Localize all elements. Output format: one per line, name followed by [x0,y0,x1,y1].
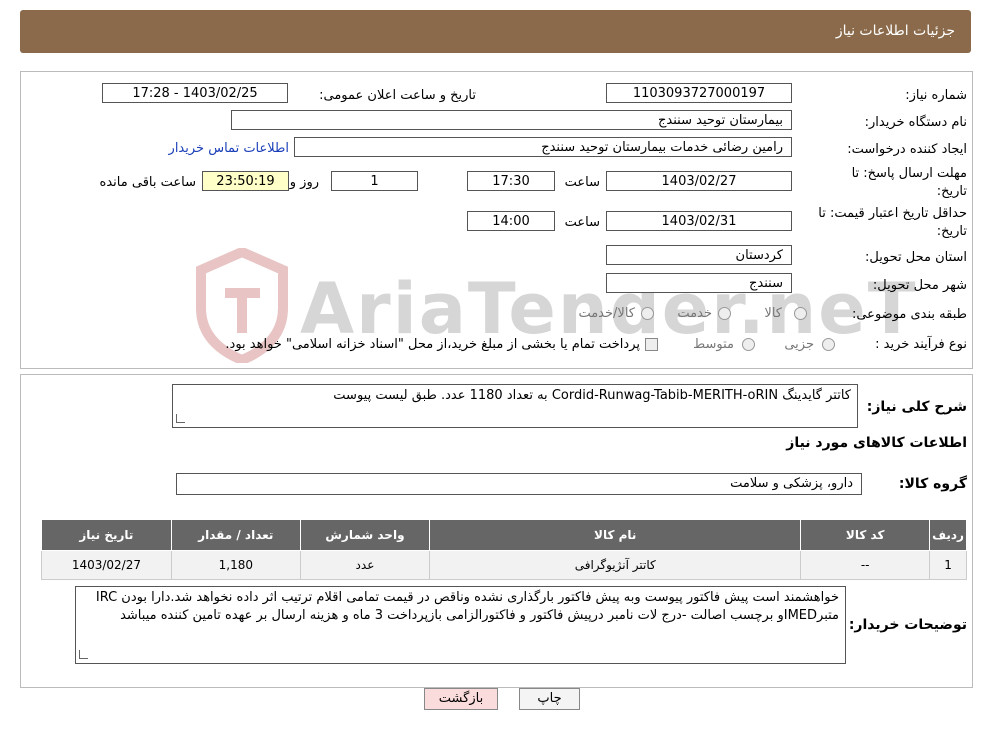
process-minor-label: جزیی [784,337,814,352]
days-label: روز و [289,175,319,190]
remaining-time-field: 23:50:19 [202,171,289,191]
price-validity-time-label: ساعت [564,215,600,230]
announce-label: تاریخ و ساعت اعلان عمومی: [319,88,476,103]
col-need-date: تاریخ نیاز [41,519,172,551]
process-medium-label: متوسط [693,337,734,352]
need-number-label: شماره نیاز: [905,88,967,103]
buyer-contact-link[interactable]: اطلاعات تماس خریدار [169,141,289,156]
reply-deadline-label-date: تاریخ: [936,184,967,199]
payment-note: پرداخت تمام یا بخشی از مبلغ خرید،از محل … [225,337,640,352]
category-goods-service-label: کالا/خدمت [578,306,635,321]
cell-row-number: 1 [929,550,967,580]
goods-group-label: گروه کالا: [898,476,967,492]
remaining-time-label: ساعت باقی مانده [99,175,196,190]
price-validity-label-date: تاریخ: [936,224,967,239]
buyer-org-field[interactable]: بیمارستان توحید سنندج [231,110,792,130]
page-title: جزئیات اطلاعات نیاز [835,23,955,39]
price-validity-time-field[interactable]: 14:00 [467,211,555,231]
creator-label: ایجاد کننده درخواست: [847,142,967,157]
category-goods-service-radio[interactable] [641,307,654,320]
buyer-notes-field[interactable]: خواهشمند است پیش فاکتور پیوست وبه پیش فا… [75,586,846,664]
col-quantity: تعداد / مقدار [170,519,301,551]
reply-time-label: ساعت [564,175,600,190]
price-validity-date-field[interactable]: 1403/02/31 [606,211,792,231]
description-text: کاتتر گایدینگ Cordid-Runwag-Tabib-MERITH… [333,388,851,403]
col-unit: واحد شمارش [299,519,431,551]
goods-group-field[interactable]: دارو، پزشکی و سلامت [176,473,862,495]
province-label: استان محل تحویل: [865,250,967,265]
city-label: شهر محل تحویل: [872,278,967,293]
reply-deadline-label: مهلت ارسال پاسخ: تا [851,166,967,181]
goods-info-title: اطلاعات کالاهای مورد نیاز [786,435,967,451]
resize-handle-icon[interactable] [79,650,88,659]
goods-table: ردیف کد کالا نام کالا واحد شمارش تعداد /… [41,519,967,580]
province-field[interactable]: کردستان [606,245,792,265]
cell-quantity: 1,180 [170,550,301,580]
print-button[interactable]: چاپ [519,688,580,710]
description-field[interactable]: کاتتر گایدینگ Cordid-Runwag-Tabib-MERITH… [172,384,858,428]
creator-field[interactable]: رامین رضائی خدمات بیمارستان توحید سنندج [294,137,792,157]
need-number-field[interactable]: 1103093727000197 [606,83,792,103]
description-label: شرح کلی نیاز: [866,399,967,415]
category-service-label: خدمت [677,306,712,321]
col-row-number: ردیف [929,519,967,551]
announce-datetime-field[interactable]: 1403/02/25 - 17:28 [102,83,288,103]
treasury-checkbox[interactable] [645,338,658,351]
reply-time-field[interactable]: 17:30 [467,171,555,191]
resize-handle-icon[interactable] [176,414,185,423]
cell-need-date: 1403/02/27 [41,550,172,580]
back-button[interactable]: بازگشت [424,688,498,710]
price-validity-label: حداقل تاریخ اعتبار قیمت: تا [818,206,967,221]
process-label: نوع فرآیند خرید : [875,337,967,352]
cell-goods-code: -- [800,550,931,580]
page-header: جزئیات اطلاعات نیاز [20,10,971,53]
col-goods-name: نام کالا [429,519,802,551]
category-goods-radio[interactable] [794,307,807,320]
category-label: طبقه بندی موضوعی: [851,307,967,322]
process-medium-radio[interactable] [742,338,755,351]
col-goods-code: کد کالا [800,519,931,551]
process-minor-radio[interactable] [822,338,835,351]
category-service-radio[interactable] [718,307,731,320]
city-field[interactable]: سنندج [606,273,792,293]
category-goods-label: کالا [764,306,782,321]
reply-date-field[interactable]: 1403/02/27 [606,171,792,191]
cell-unit: عدد [299,550,431,580]
table-row[interactable]: 1 -- کاتتر آنژیوگرافی عدد 1,180 1403/02/… [41,550,967,580]
days-field[interactable]: 1 [331,171,418,191]
goods-table-header-row: ردیف کد کالا نام کالا واحد شمارش تعداد /… [41,519,967,551]
cell-goods-name: کاتتر آنژیوگرافی [429,550,802,580]
buyer-notes-text: خواهشمند است پیش فاکتور پیوست وبه پیش فا… [95,590,839,623]
buyer-org-label: نام دستگاه خریدار: [864,115,967,130]
buyer-notes-label: توضیحات خریدار: [848,617,967,633]
